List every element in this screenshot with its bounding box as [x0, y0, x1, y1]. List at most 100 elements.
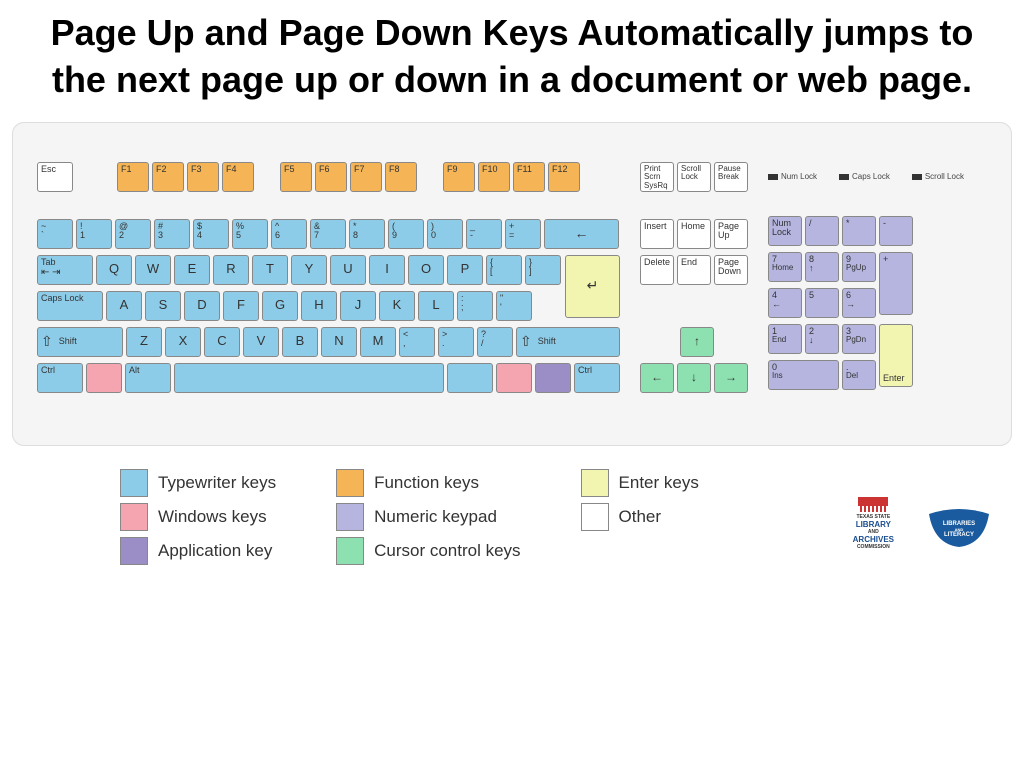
lalt-key: Alt: [125, 363, 171, 393]
scrolllock-indicator-icon: [912, 174, 922, 180]
m-key: M: [360, 327, 396, 357]
numpad-1-key: 1End: [768, 324, 802, 354]
capslock-key: Caps Lock: [37, 291, 103, 321]
tab-key: Tab⇤ ⇥: [37, 255, 93, 285]
i-key: I: [369, 255, 405, 285]
printscreen-key: Print ScrnSysRq: [640, 162, 674, 192]
5-key: %5: [232, 219, 268, 249]
legend-function: Function keys: [336, 469, 520, 497]
numpad-multiply-key: *: [842, 216, 876, 246]
legend-other: Other: [581, 503, 699, 531]
f12-key: F12: [548, 162, 580, 192]
home-key: Home: [677, 219, 711, 249]
h-key: H: [301, 291, 337, 321]
1-key: !1: [76, 219, 112, 249]
numpad-block: Num Lock Caps Lock Scroll Lock Num Lock …: [768, 162, 964, 396]
numpad-7-key: 7Home: [768, 252, 802, 282]
numpad-3-key: 3PgDn: [842, 324, 876, 354]
backtick-key: ~`: [37, 219, 73, 249]
backspace-key: ←: [544, 219, 619, 249]
legend-enter: Enter keys: [581, 469, 699, 497]
0-key: )0: [427, 219, 463, 249]
g-key: G: [262, 291, 298, 321]
pageup-key: Page Up: [714, 219, 748, 249]
legend-numeric: Numeric keypad: [336, 503, 520, 531]
a-key: A: [106, 291, 142, 321]
slash-key: ?/: [477, 327, 513, 357]
l-key: L: [418, 291, 454, 321]
6-key: ^6: [271, 219, 307, 249]
app-key: [535, 363, 571, 393]
8-key: *8: [349, 219, 385, 249]
end-key: End: [677, 255, 711, 285]
lctrl-key: Ctrl: [37, 363, 83, 393]
rshift-key: ⇧Shift: [516, 327, 620, 357]
right-arrow-key: →: [714, 363, 748, 393]
j-key: J: [340, 291, 376, 321]
legend-windows: Windows keys: [120, 503, 276, 531]
delete-key: Delete: [640, 255, 674, 285]
keyboard-diagram: Esc F1 F2 F3 F4 F5 F6 F7 F8 F9 F10 F11 F…: [12, 122, 1012, 446]
p-key: P: [447, 255, 483, 285]
f1-key: F1: [117, 162, 149, 192]
equals-key: +=: [505, 219, 541, 249]
down-arrow-key: ↓: [677, 363, 711, 393]
numpad-add-key: +: [879, 252, 913, 315]
f-key: F: [223, 291, 259, 321]
t-key: T: [252, 255, 288, 285]
pagedown-key: Page Down: [714, 255, 748, 285]
libraries-literacy-logo: LIBRARIES AND LITERACY: [924, 509, 994, 538]
3-key: #3: [154, 219, 190, 249]
k-key: K: [379, 291, 415, 321]
numpad-8-key: 8↑: [805, 252, 839, 282]
page-title: Page Up and Page Down Keys Automatically…: [0, 0, 1024, 114]
legend-typewriter: Typewriter keys: [120, 469, 276, 497]
lshift-key: ⇧Shift: [37, 327, 123, 357]
d-key: D: [184, 291, 220, 321]
numpad-4-key: 4←: [768, 288, 802, 318]
scrolllock-key: Scroll Lock: [677, 162, 711, 192]
esc-key: Esc: [37, 162, 73, 192]
f3-key: F3: [187, 162, 219, 192]
library-archives-logo: TEXAS STATE LIBRARY AND ARCHIVES COMMISS…: [853, 497, 894, 550]
x-key: X: [165, 327, 201, 357]
f11-key: F11: [513, 162, 545, 192]
numpad-decimal-key: .Del: [842, 360, 876, 390]
2-key: @2: [115, 219, 151, 249]
y-key: Y: [291, 255, 327, 285]
4-key: $4: [193, 219, 229, 249]
numpad-enter-key: Enter: [879, 324, 913, 387]
rctrl-key: Ctrl: [574, 363, 620, 393]
legend-cursor: Cursor control keys: [336, 537, 520, 565]
lbracket-key: {[: [486, 255, 522, 285]
minus-key: _-: [466, 219, 502, 249]
f2-key: F2: [152, 162, 184, 192]
r-key: R: [213, 255, 249, 285]
numlock-indicator-icon: [768, 174, 778, 180]
comma-key: <,: [399, 327, 435, 357]
capslock-indicator-icon: [839, 174, 849, 180]
numpad-6-key: 6→: [842, 288, 876, 318]
n-key: N: [321, 327, 357, 357]
space-key: [174, 363, 444, 393]
o-key: O: [408, 255, 444, 285]
numpad-2-key: 2↓: [805, 324, 839, 354]
numpad-divide-key: /: [805, 216, 839, 246]
ralt-key: [447, 363, 493, 393]
nav-block: Print ScrnSysRq Scroll Lock PauseBreak I…: [640, 162, 748, 396]
numlock-key: Num Lock: [768, 216, 802, 246]
9-key: (9: [388, 219, 424, 249]
period-key: >.: [438, 327, 474, 357]
numpad-subtract-key: -: [879, 216, 913, 246]
7-key: &7: [310, 219, 346, 249]
enter-key: ↵: [565, 255, 620, 318]
numpad-0-key: 0Ins: [768, 360, 839, 390]
e-key: E: [174, 255, 210, 285]
f9-key: F9: [443, 162, 475, 192]
insert-key: Insert: [640, 219, 674, 249]
lwin-key: [86, 363, 122, 393]
up-arrow-key: ↑: [680, 327, 714, 357]
f10-key: F10: [478, 162, 510, 192]
s-key: S: [145, 291, 181, 321]
numpad-9-key: 9PgUp: [842, 252, 876, 282]
